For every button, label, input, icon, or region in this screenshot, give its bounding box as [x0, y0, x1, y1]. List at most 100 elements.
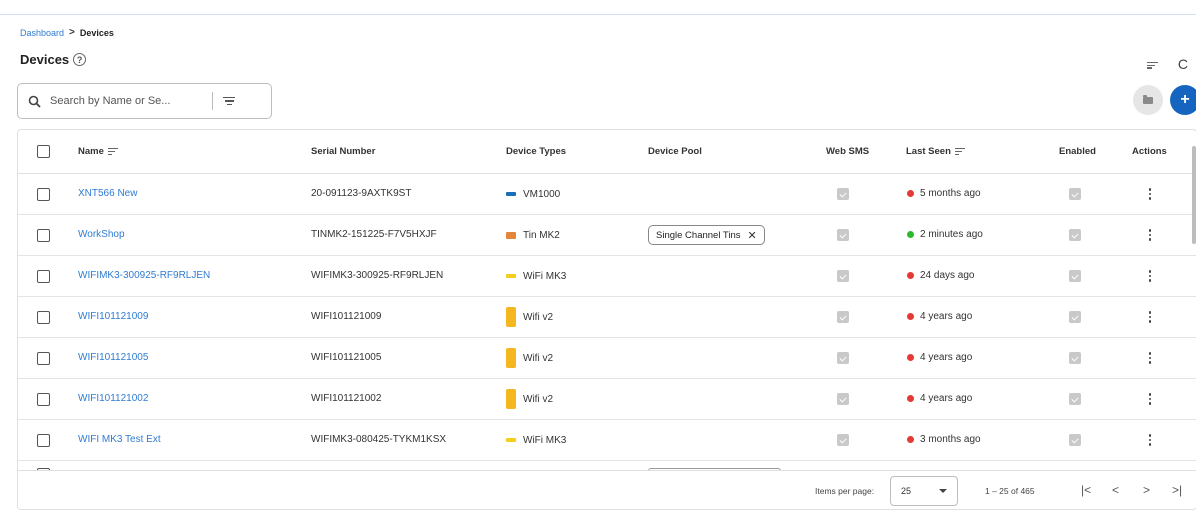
device-type-label: Wifi v2 — [523, 311, 553, 323]
last-seen-label: 5 months ago — [920, 188, 981, 199]
search-input[interactable] — [50, 95, 200, 107]
top-actions: C — [1146, 56, 1188, 72]
last-seen-label: 4 years ago — [920, 393, 973, 404]
table-row: WIFI101121002 WIFI101121002 Wifi v2 4 years… — [18, 379, 1196, 420]
previous-page-button[interactable]: < — [1112, 483, 1119, 497]
device-type-label: Wifi v2 — [523, 393, 553, 405]
device-type: WiFi MK3 — [506, 430, 566, 450]
breadcrumb: Dashboard > Devices — [20, 27, 114, 38]
device-name-link[interactable]: WIFI101121009 — [78, 311, 148, 322]
more-actions-icon[interactable] — [1144, 309, 1156, 325]
select-all-checkbox[interactable] — [37, 145, 50, 158]
device-name-link[interactable]: WorkShop — [78, 229, 125, 240]
device-name-link[interactable]: WIFI MK3 Test Ext — [78, 434, 161, 445]
status-dot — [907, 354, 914, 361]
last-seen-label: 24 days ago — [920, 270, 975, 281]
device-name-link[interactable]: WIFI101121002 — [78, 393, 148, 404]
sort-icon[interactable] — [954, 148, 965, 155]
scrollbar-thumb[interactable] — [1192, 146, 1196, 244]
top-divider — [0, 14, 1196, 15]
enabled-checkbox — [1069, 270, 1081, 282]
device-type: VM1000 — [506, 184, 560, 204]
header-name-label: Name — [78, 146, 104, 157]
folder-icon — [1143, 94, 1153, 104]
header-last-seen[interactable]: Last Seen — [906, 146, 965, 157]
enabled-checkbox — [1069, 188, 1081, 200]
serial-number: 20-091123-9AXTK9ST — [311, 188, 412, 199]
table-row: WIFIMK3-300925-RF9RLJEN WIFIMK3-300925-RF… — [18, 256, 1196, 297]
header-web-sms: Web SMS — [826, 146, 870, 157]
status-dot — [907, 313, 914, 320]
more-actions-icon[interactable] — [1144, 391, 1156, 407]
status-dot — [907, 190, 914, 197]
last-seen-label: 4 years ago — [920, 352, 973, 363]
row-checkbox[interactable] — [37, 188, 50, 201]
header-device-pool: Device Pool — [648, 146, 702, 157]
device-type-label: Tin MK2 — [523, 229, 560, 241]
serial-number: TINMK2-151225-F7V5HXJF — [311, 229, 437, 240]
header-serial: Serial Number — [311, 146, 376, 157]
last-seen-label: 2 minutes ago — [920, 229, 983, 240]
breadcrumb-dashboard-link[interactable]: Dashboard — [20, 28, 64, 38]
row-checkbox[interactable] — [37, 229, 50, 242]
first-page-button[interactable]: |< — [1081, 483, 1091, 497]
serial-number: WIFIMK3-080425-TYKM1KSX — [311, 434, 447, 445]
device-type: Wifi v2 — [506, 307, 553, 327]
items-per-page-label: Items per page: — [815, 486, 875, 496]
breadcrumb-current: Devices — [79, 27, 114, 38]
row-checkbox[interactable] — [37, 270, 50, 283]
row-checkbox[interactable] — [37, 393, 50, 406]
search-box — [17, 83, 272, 119]
device-type: Wifi v2 — [506, 348, 553, 368]
more-actions-icon[interactable] — [1144, 268, 1156, 284]
more-actions-icon[interactable] — [1144, 350, 1156, 366]
search-icon — [26, 95, 42, 108]
status-dot — [907, 231, 914, 238]
close-icon[interactable]: ✕ — [748, 229, 757, 242]
row-checkbox[interactable] — [37, 352, 50, 365]
device-type: WiFi MK3 — [506, 266, 566, 286]
last-seen: 4 years ago — [907, 393, 972, 404]
page-range: 1 – 25 of 465 — [985, 486, 1035, 496]
more-actions-icon[interactable] — [1144, 227, 1156, 243]
refresh-icon[interactable]: C — [1178, 56, 1188, 72]
web-sms-checkbox — [837, 270, 849, 282]
folder-button[interactable] — [1133, 85, 1163, 115]
wifi-v2-device-icon — [506, 307, 516, 327]
header-actions: Actions — [1132, 146, 1167, 157]
header-name[interactable]: Name — [78, 146, 118, 157]
device-name-link[interactable]: WIFIMK3-300925-RF9RLJEN — [78, 270, 210, 281]
device-name-link[interactable]: XNT566 New — [78, 188, 137, 199]
row-checkbox[interactable] — [37, 311, 50, 324]
last-seen: 2 minutes ago — [907, 229, 983, 240]
web-sms-checkbox — [837, 352, 849, 364]
tin-device-icon — [506, 231, 516, 239]
sort-icon[interactable] — [107, 148, 118, 155]
device-name-link[interactable]: WIFI101121005 — [78, 352, 148, 363]
serial-number: WIFI101121002 — [311, 393, 382, 404]
web-sms-checkbox — [837, 229, 849, 241]
more-actions-icon[interactable] — [1144, 186, 1156, 202]
row-checkbox[interactable] — [37, 434, 50, 447]
more-actions-icon[interactable] — [1144, 432, 1156, 448]
last-seen-label: 4 years ago — [920, 311, 973, 322]
device-type-label: WiFi MK3 — [523, 434, 567, 446]
last-seen-label: 3 months ago — [920, 434, 981, 445]
sort-icon[interactable] — [1146, 56, 1158, 72]
items-per-page-select[interactable]: 25 — [890, 476, 958, 506]
enabled-checkbox — [1069, 311, 1081, 323]
device-type: Tin MK2 — [506, 225, 560, 245]
filter-icon[interactable] — [223, 96, 235, 106]
last-seen: 5 months ago — [907, 188, 981, 199]
help-icon[interactable]: ? — [73, 53, 87, 66]
device-type: Wifi v2 — [506, 389, 553, 409]
add-device-button[interactable]: + — [1170, 85, 1196, 115]
web-sms-checkbox — [837, 188, 849, 200]
next-page-button[interactable]: > — [1143, 483, 1150, 497]
wifi-v2-device-icon — [506, 389, 516, 409]
web-sms-checkbox — [837, 311, 849, 323]
device-pool-chip: Single Channel Tins ✕ — [648, 225, 765, 245]
last-page-button[interactable]: >| — [1172, 483, 1182, 497]
status-dot — [907, 272, 914, 279]
paginator: Items per page: 25 1 – 25 of 465 |< < > … — [18, 470, 1196, 509]
